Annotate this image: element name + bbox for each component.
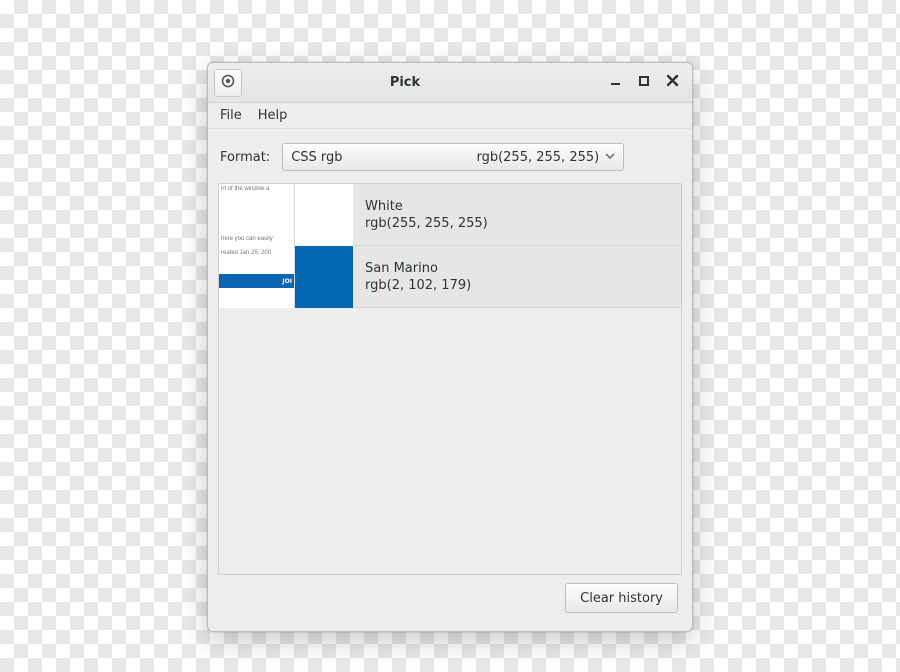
history-row-text: White rgb(255, 255, 255) [353,184,681,245]
color-name: White [365,199,681,214]
clear-history-button[interactable]: Clear history [565,583,678,613]
window-controls [608,75,686,91]
color-name: San Marino [365,261,681,276]
history-row-text: San Marino rgb(2, 102, 179) [353,246,681,307]
titlebar[interactable]: Pick [208,63,692,103]
thumb-text: irt of the window a [221,186,269,192]
menu-help[interactable]: Help [250,103,296,128]
history-thumbnail: reated Jan 25, 200 JOI [219,246,295,308]
format-dropdown[interactable]: CSS rgb rgb(255, 255, 255) [282,143,624,171]
history-row[interactable]: reated Jan 25, 200 JOI San Marino rgb(2,… [219,246,681,308]
maximize-icon [638,75,650,91]
menubar: File Help [208,103,692,129]
history-list: irt of the window a here you can easily … [218,183,682,575]
footer: Clear history [218,575,682,621]
minimize-button[interactable] [608,75,624,91]
close-icon [666,74,679,91]
thumb-text: here you can easily [221,236,273,242]
menu-file[interactable]: File [212,103,250,128]
history-row[interactable]: irt of the window a here you can easily … [219,184,681,246]
history-thumbnail: irt of the window a here you can easily [219,184,295,246]
format-row: Format: CSS rgb rgb(255, 255, 255) [218,139,682,183]
color-value: rgb(255, 255, 255) [365,216,681,231]
minimize-icon [610,75,622,91]
format-selected: CSS rgb [291,150,476,165]
window-title: Pick [207,75,608,90]
content-area: Format: CSS rgb rgb(255, 255, 255) irt o… [208,129,692,631]
format-preview: rgb(255, 255, 255) [476,150,605,165]
color-swatch [295,246,353,308]
color-value: rgb(2, 102, 179) [365,278,681,293]
thumb-text: reated Jan 25, 200 [221,250,271,256]
app-window: Pick File [207,62,693,632]
color-swatch [295,184,353,246]
format-label: Format: [220,150,270,165]
thumb-bar: JOI [219,274,294,288]
clear-history-label: Clear history [580,591,663,606]
maximize-button[interactable] [636,75,652,91]
chevron-down-icon [605,151,615,164]
close-button[interactable] [664,75,680,91]
